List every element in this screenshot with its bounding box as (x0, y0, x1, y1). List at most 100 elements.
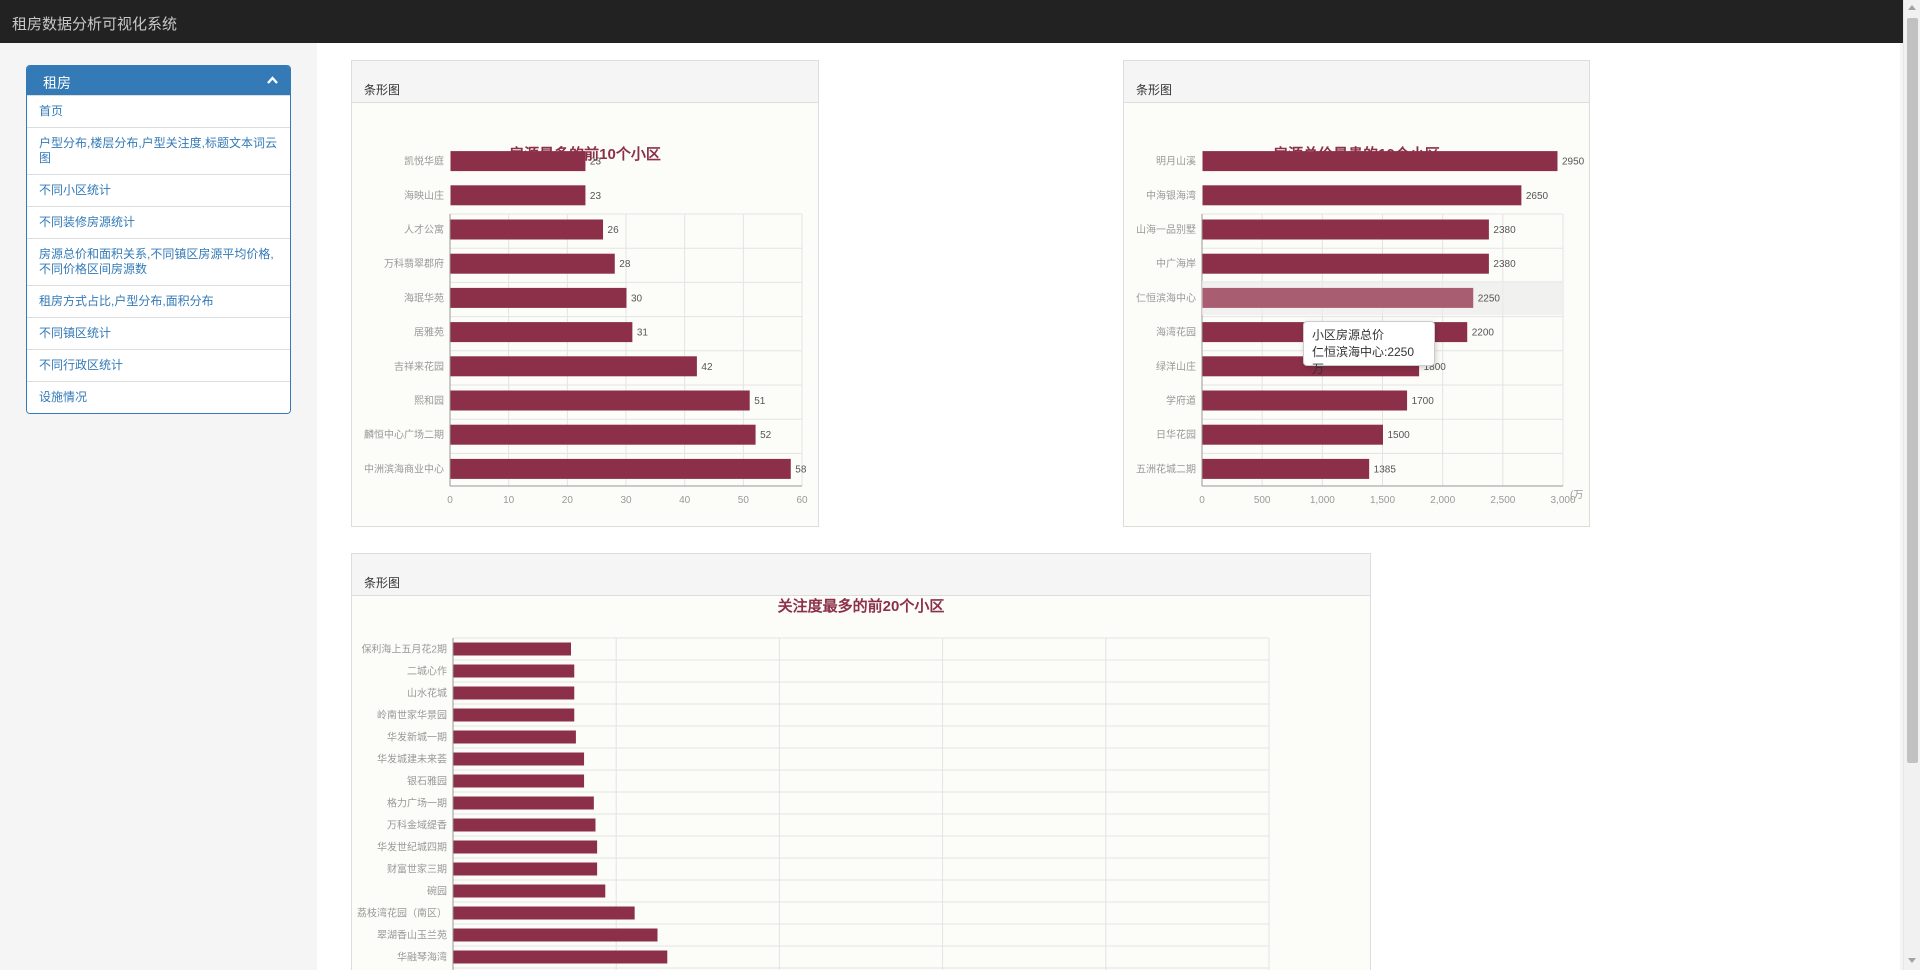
sidebar-item-layout-floor-wordcloud[interactable]: 户型分布,楼层分布,户型关注度,标题文本词云图 (27, 127, 290, 174)
sidebar-menu-header[interactable]: 租房 (27, 66, 290, 95)
category-label: 格力广场一期 (387, 797, 447, 810)
data-label: 1700 (1412, 396, 1435, 407)
bar (450, 458, 791, 479)
x-tick-label: 40 (679, 495, 691, 506)
chart-tooltip: 小区房源总价 仁恒滨海中心:2250万 (1303, 321, 1435, 376)
data-label: 23 (590, 191, 602, 202)
sidebar-item-price-area-relation[interactable]: 房源总价和面积关系,不同镇区房源平均价格,不同价格区间房源数 (27, 238, 290, 285)
data-label: 52 (760, 430, 772, 441)
x-tick-label: 2,000 (1430, 495, 1455, 506)
app-title[interactable]: 租房数据分析可视化系统 (12, 13, 177, 34)
category-label: 华融琴海湾 (397, 951, 447, 964)
category-label: 中海银海湾 (1146, 189, 1196, 202)
data-label: 2650 (1526, 191, 1549, 202)
category-label: 岭南世家华景园 (377, 709, 447, 722)
bar (453, 642, 572, 656)
category-label: 二城心作 (407, 666, 447, 678)
bar (453, 686, 575, 700)
bar (1202, 151, 1558, 172)
data-label: 2950 (1562, 157, 1585, 168)
scrollbar-thumb[interactable] (1907, 18, 1918, 763)
chart-panel-most-followed: 条形图 关注度最多的前20个小区 保利海上五月花2期 二城心作 山水花城 岭南世家华景园… (351, 553, 1371, 970)
bar (453, 774, 585, 788)
panel-header-label: 条形图 (1136, 83, 1173, 97)
bar (453, 862, 598, 876)
bar (1202, 253, 1489, 274)
bar (450, 390, 750, 411)
bar (453, 818, 596, 832)
x-tick-label: 500 (1254, 495, 1271, 506)
bar (450, 185, 586, 206)
category-label: 人才公寓 (404, 223, 444, 236)
chart-panel-priciest-communities: 条形图 房源总价最贵的10个小区05001,0001,5002,0002,500… (1123, 60, 1590, 527)
category-label: 翠湖香山玉兰苑 (377, 929, 447, 942)
category-label: 万科金域缇香 (387, 819, 447, 832)
tooltip-text: 仁恒滨海中心:2250万 (1312, 345, 1415, 376)
category-label: 明月山溪 (1156, 156, 1196, 168)
bar-chart-priciest-communities[interactable]: 房源总价最贵的10个小区05001,0001,5002,0002,5003,00… (1124, 103, 1589, 525)
bar (450, 151, 586, 172)
bar-chart-most-followed[interactable]: 关注度最多的前20个小区保利海上五月花2期二城心作山水花城岭南世家华景园华发新城… (352, 596, 1370, 970)
bar (1202, 287, 1474, 308)
bar (453, 840, 598, 854)
data-label: 2380 (1493, 225, 1516, 236)
bar (453, 664, 575, 678)
bar (453, 928, 658, 942)
bar (453, 950, 668, 964)
x-axis-unit: (万 (1570, 490, 1583, 501)
x-tick-label: 50 (738, 495, 750, 506)
x-tick-label: 20 (562, 495, 574, 506)
category-label: 凯悦华庭 (404, 155, 444, 168)
data-label: 2380 (1493, 259, 1516, 270)
data-label: 30 (631, 293, 643, 304)
category-label: 仁恒滨海中心 (1136, 291, 1196, 304)
category-label: 华发世纪城四期 (377, 841, 447, 854)
sidebar-item-home[interactable]: 首页 (27, 95, 290, 127)
data-label: 1500 (1388, 430, 1411, 441)
category-label: 荔枝湾花园（南区） (357, 907, 447, 920)
bar (450, 287, 627, 308)
category-label: 日华花园 (1156, 428, 1196, 441)
category-label: 海珉华苑 (404, 291, 444, 304)
sidebar-item-community-stats[interactable]: 不同小区统计 (27, 174, 290, 206)
sidebar-item-district-stats[interactable]: 不同行政区统计 (27, 349, 290, 381)
x-tick-label: 1,500 (1370, 495, 1395, 506)
panel-header: 条形图 (352, 554, 1370, 596)
bar (450, 356, 697, 377)
bar (450, 253, 615, 274)
data-label: 31 (637, 328, 649, 339)
category-label: 五洲花城二期 (1136, 462, 1196, 475)
top-navbar: 租房数据分析可视化系统 (0, 0, 1920, 43)
bar-chart-top-communities[interactable]: 房源最多的前10个小区0102030405060中洲滨海商业中心58麟恒中心广场… (352, 103, 818, 525)
scroll-down-arrow-icon[interactable] (1908, 958, 1916, 963)
x-tick-label: 0 (447, 495, 453, 506)
category-label: 银石雅园 (407, 775, 447, 788)
bar (453, 884, 606, 898)
bar (1202, 424, 1383, 445)
scroll-up-arrow-icon[interactable] (1908, 5, 1916, 10)
bar (1202, 458, 1370, 479)
sidebar-item-town-stats[interactable]: 不同镇区统计 (27, 317, 290, 349)
category-label: 海湾花园 (1156, 326, 1196, 339)
bar (450, 424, 756, 445)
data-label: 23 (590, 157, 602, 168)
chevron-up-icon[interactable] (267, 75, 278, 86)
data-label: 28 (619, 259, 631, 270)
x-tick-label: 2,500 (1490, 495, 1515, 506)
x-tick-label: 0 (1199, 495, 1205, 506)
tooltip-title: 小区房源总价 (1312, 328, 1385, 342)
bar (453, 796, 594, 810)
data-label: 2200 (1472, 328, 1495, 339)
panel-header-label: 条形图 (364, 83, 401, 97)
category-label: 麟恒中心广场二期 (364, 428, 444, 441)
panel-header: 条形图 (352, 61, 818, 103)
category-label: 碗园 (427, 885, 447, 898)
sidebar-item-rent-type-share[interactable]: 租房方式占比,户型分布,面积分布 (27, 285, 290, 317)
x-tick-label: 10 (503, 495, 515, 506)
sidebar-item-facilities[interactable]: 设施情况 (27, 381, 290, 413)
page-scrollbar[interactable] (1903, 0, 1920, 970)
sidebar-menu-panel: 租房 首页 户型分布,楼层分布,户型关注度,标题文本词云图 不同小区统计 不同装… (26, 65, 291, 414)
sidebar-item-decoration-stats[interactable]: 不同装修房源统计 (27, 206, 290, 238)
category-label: 万科翡翠郡府 (384, 257, 444, 270)
category-label: 绿洋山庄 (1156, 360, 1196, 373)
